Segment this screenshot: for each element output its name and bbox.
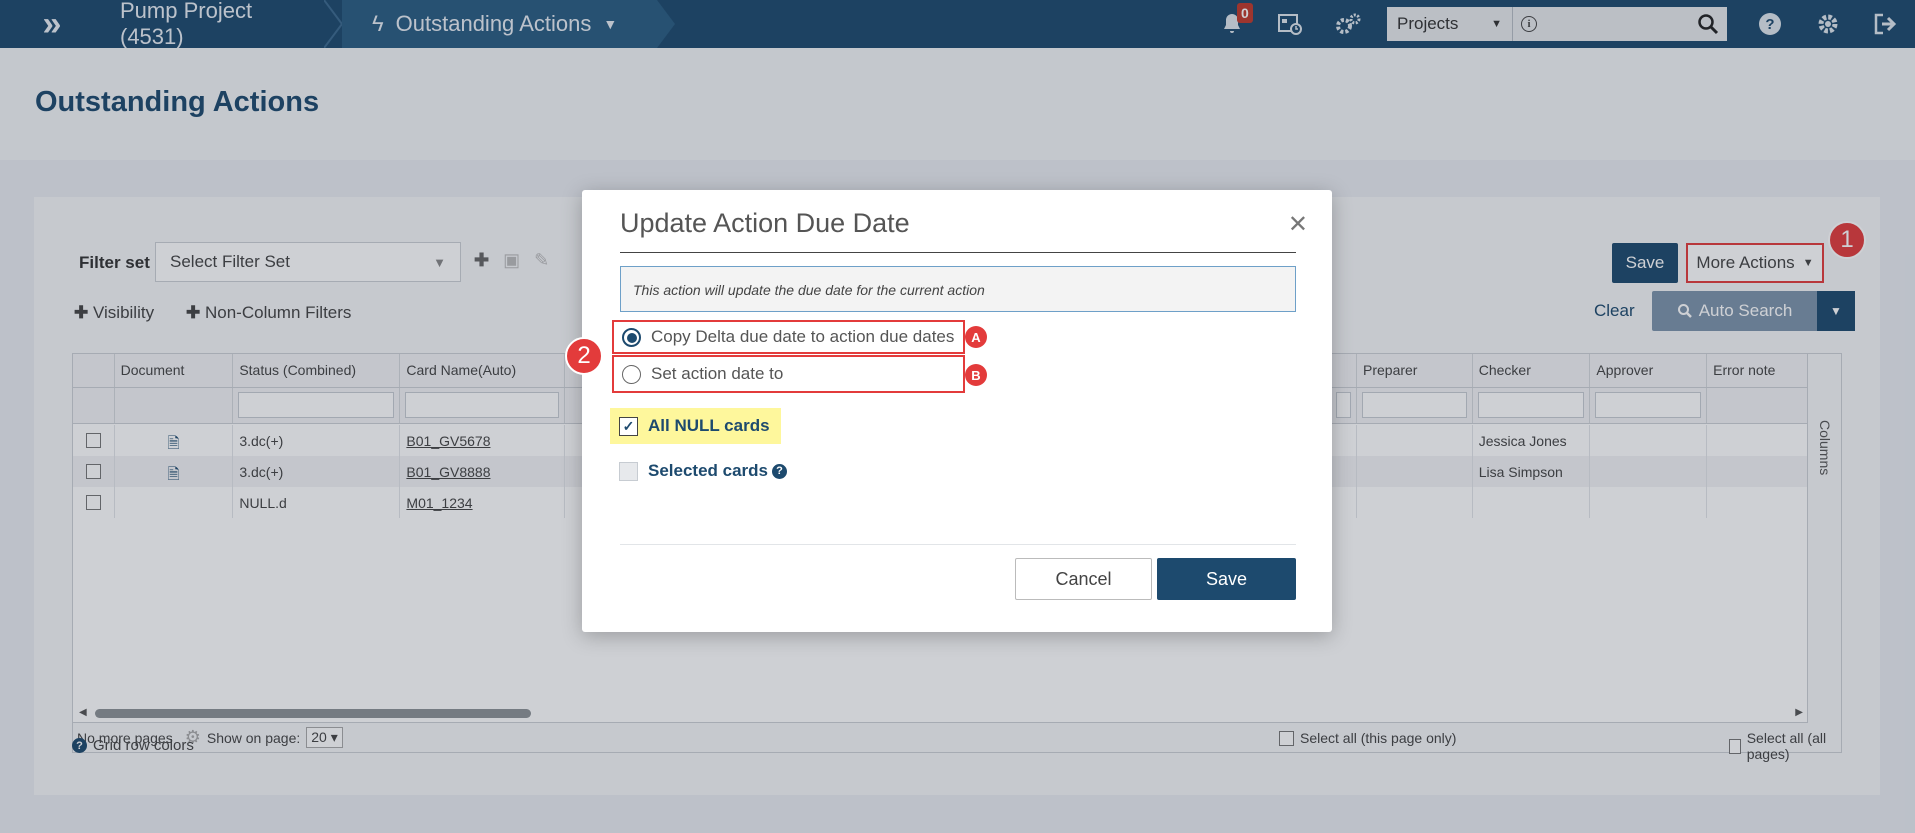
tag-b: B xyxy=(965,364,987,386)
close-icon[interactable]: ✕ xyxy=(1288,210,1308,239)
radio-copy-delta[interactable] xyxy=(622,327,641,347)
dialog-save-button[interactable]: Save xyxy=(1157,558,1296,600)
selected-cards-label: Selected cards xyxy=(648,461,769,480)
info-message: This action will update the due date for… xyxy=(620,266,1296,312)
divider xyxy=(620,544,1296,545)
update-due-date-dialog: Update Action Due Date ✕ This action wil… xyxy=(582,190,1332,632)
cancel-button[interactable]: Cancel xyxy=(1015,558,1152,600)
tag-a: A xyxy=(965,326,987,348)
selected-cards-checkbox[interactable] xyxy=(619,461,638,481)
help-icon[interactable]: ? xyxy=(772,463,788,479)
all-null-cards-option[interactable]: ✓ All NULL cards xyxy=(610,408,781,444)
option-copy-delta-label: Copy Delta due date to action due dates xyxy=(651,327,955,346)
option-set-date[interactable]: Set action date to xyxy=(612,355,965,393)
option-set-date-label: Set action date to xyxy=(651,364,784,383)
dialog-title: Update Action Due Date xyxy=(620,208,910,238)
selected-cards-option[interactable]: Selected cards ? xyxy=(619,461,788,481)
step-callout-2: 2 xyxy=(565,337,603,375)
all-null-cards-checkbox[interactable]: ✓ xyxy=(619,416,638,436)
radio-set-date[interactable] xyxy=(622,364,641,384)
divider xyxy=(620,252,1296,253)
option-copy-delta[interactable]: Copy Delta due date to action due dates xyxy=(612,320,965,354)
all-null-cards-label: All NULL cards xyxy=(648,416,770,435)
